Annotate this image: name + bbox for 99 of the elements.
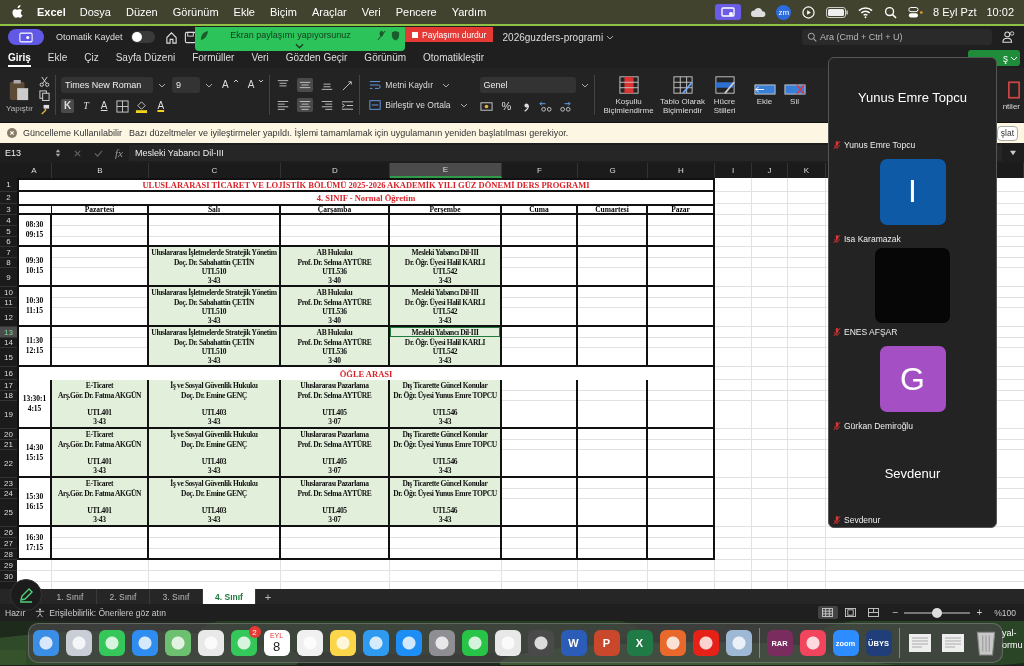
ribbon-tab[interactable]: Gözden Geçir (285, 49, 348, 67)
avatar: G (879, 346, 946, 413)
font-color-button[interactable]: A (154, 99, 168, 113)
percent-button[interactable]: % (498, 99, 515, 113)
ribbon-button[interactable]: Sil (781, 84, 808, 106)
search-field[interactable]: Ara (Cmd + Ctrl + U) (802, 29, 992, 45)
notification-badge: 2 (248, 626, 261, 638)
row-header[interactable]: 2 (0, 192, 17, 204)
column-header[interactable]: H (648, 163, 715, 178)
app-icon[interactable]: W (560, 630, 587, 656)
wrap-text-button[interactable]: Metni Kaydır (369, 79, 434, 91)
file-name[interactable]: 2026guzders-programi (502, 31, 604, 43)
participant-label: ENES AFŞAR (844, 327, 898, 338)
schedule-title: ULUSLARARASI TİCARET VE LOJİSTİK BÖLÜMÜ 2025-2026 AKADEMİK YILI GÜZ DÖNEMİ DERS PROGRAMI (17, 178, 715, 192)
row-header[interactable]: 12 (0, 308, 17, 327)
column-header[interactable]: D (281, 163, 390, 178)
column-header[interactable]: I (715, 163, 752, 178)
add-sheet-button[interactable]: + (256, 589, 280, 604)
zoom-level[interactable]: %100 (994, 607, 1016, 618)
restart-button[interactable]: şlat (996, 125, 1018, 141)
menu-item[interactable]: Görünüm (172, 6, 219, 18)
ribbon-button[interactable]: ntiler (994, 79, 1024, 111)
menu-item[interactable]: Dosya (79, 6, 111, 18)
participant-name: Yunus Emre Topcu (858, 90, 967, 106)
ribbon-tab[interactable]: Otomatikleştir (423, 49, 485, 67)
ribbon-tab[interactable]: Formüller (192, 49, 235, 67)
app-icon[interactable]: X (626, 630, 653, 656)
ribbon-tab[interactable]: Çiz (84, 49, 99, 67)
avatar: I (879, 158, 946, 225)
stop-sharing-button[interactable]: Paylaşımı durdur (405, 27, 493, 42)
clock-text[interactable]: 10:02 (986, 6, 1014, 18)
row-header[interactable]: 16 (0, 367, 17, 380)
ribbon-tab[interactable]: Sayfa Düzeni (115, 49, 176, 67)
menu-item[interactable]: Araçlar (311, 6, 347, 18)
row-header[interactable]: 9 (0, 268, 17, 287)
lunch-break-text: ÖĞLE ARASI (17, 367, 715, 380)
menu-item[interactable]: Yardım (451, 6, 487, 18)
share-status-text: Ekran paylaşımı yapıyorsunuz (229, 30, 352, 40)
font-size-select[interactable]: 9 (172, 77, 200, 93)
grow-font-button[interactable]: A (219, 78, 232, 92)
shrink-font-button[interactable]: A (244, 78, 258, 92)
column-header[interactable]: E (390, 163, 502, 178)
function-button[interactable]: fx (115, 147, 123, 159)
participant-label: Sevdenur (844, 515, 881, 525)
row-header[interactable]: 1 (0, 178, 17, 192)
zoom-out-button[interactable]: − (892, 607, 899, 618)
column-header[interactable]: J (752, 163, 788, 178)
schedule-subtitle: 4. SINIF - Normal Öğretim (17, 192, 715, 204)
ribbon-button[interactable]: Koşullu Biçimlendirme (599, 75, 658, 115)
autosave-label: Otomatik Kaydet (56, 32, 123, 42)
menu-item[interactable]: Ekle (233, 6, 255, 18)
desktop-file-label[interactable]: ormu (1002, 639, 1024, 651)
sheet-tab[interactable]: 4. Sınıf (203, 589, 256, 604)
column-header[interactable]: B (52, 163, 149, 178)
participant-name: Sevdenur (884, 465, 941, 481)
ribbon-button[interactable]: Ekle (747, 84, 782, 106)
ribbon-tab[interactable]: Ekle (47, 49, 68, 67)
menu-item[interactable]: Düzen (125, 6, 158, 18)
row-header[interactable]: 30 (0, 571, 17, 582)
text-style-button[interactable]: T (80, 99, 92, 113)
row-header[interactable]: 3 (0, 204, 17, 215)
column-header[interactable]: A (17, 163, 52, 178)
column-header[interactable]: G (578, 163, 648, 178)
participant-label: Isa Karamazak (844, 233, 901, 244)
text-style-button[interactable]: K (61, 99, 75, 113)
status-text: Hazır (5, 607, 26, 618)
row-header[interactable]: 22 (0, 450, 17, 478)
row-header[interactable]: 25 (0, 499, 17, 527)
app-menu[interactable]: Excel (37, 6, 66, 18)
column-header[interactable]: C (149, 163, 281, 178)
date-text[interactable]: 8 Eyl Pzt (933, 6, 977, 18)
zoom-in-button[interactable]: + (976, 607, 983, 618)
merge-center-button[interactable]: Birleştir ve Ortala (369, 99, 451, 111)
name-box[interactable]: E13 (5, 148, 55, 158)
ribbon-tab[interactable]: Veri (251, 49, 269, 67)
ribbon-tab[interactable]: Görünüm (364, 49, 407, 67)
number-format-select[interactable]: Genel (479, 77, 576, 93)
menu-item[interactable]: Biçim (270, 6, 297, 18)
accessibility-status[interactable]: Erişilebilirlik: Önerilere göz atın (49, 607, 166, 618)
column-header[interactable]: F (502, 163, 578, 178)
app-icon[interactable]: P (593, 630, 620, 656)
notification-title: Güncelleme Kullanılabilir (23, 128, 123, 138)
notification-message: Bazı düzeltmeler ve iyileştirmeler yapıldı. İşlemi tamamlamak için uygulamanın yeniden başlatılması gerekiyor. (129, 128, 569, 138)
column-header[interactable]: K (788, 163, 826, 178)
row-header[interactable]: 4 (0, 215, 17, 226)
participant-label: Gürkan Demiroğlu (844, 421, 913, 432)
paste-button[interactable]: Yapıştır (6, 77, 33, 113)
ribbon-button[interactable]: Hücre Stilleri (707, 75, 742, 115)
row-header[interactable]: 19 (0, 401, 17, 429)
menu-item[interactable]: Pencere (395, 6, 437, 18)
zoom-badge[interactable]: zm (776, 4, 792, 20)
ribbon-button[interactable]: Tablo Olarak Biçimlendir (657, 75, 708, 115)
row-header[interactable]: 15 (0, 348, 17, 367)
row-header[interactable]: 7 (0, 247, 17, 258)
desktop-file-label[interactable]: yal- (1002, 627, 1024, 639)
menu-item[interactable]: Veri (361, 6, 381, 18)
text-style-button[interactable]: A (97, 99, 111, 113)
font-family-select[interactable]: Times New Roman (61, 77, 153, 93)
ribbon-tab[interactable]: Giriş (8, 49, 31, 67)
